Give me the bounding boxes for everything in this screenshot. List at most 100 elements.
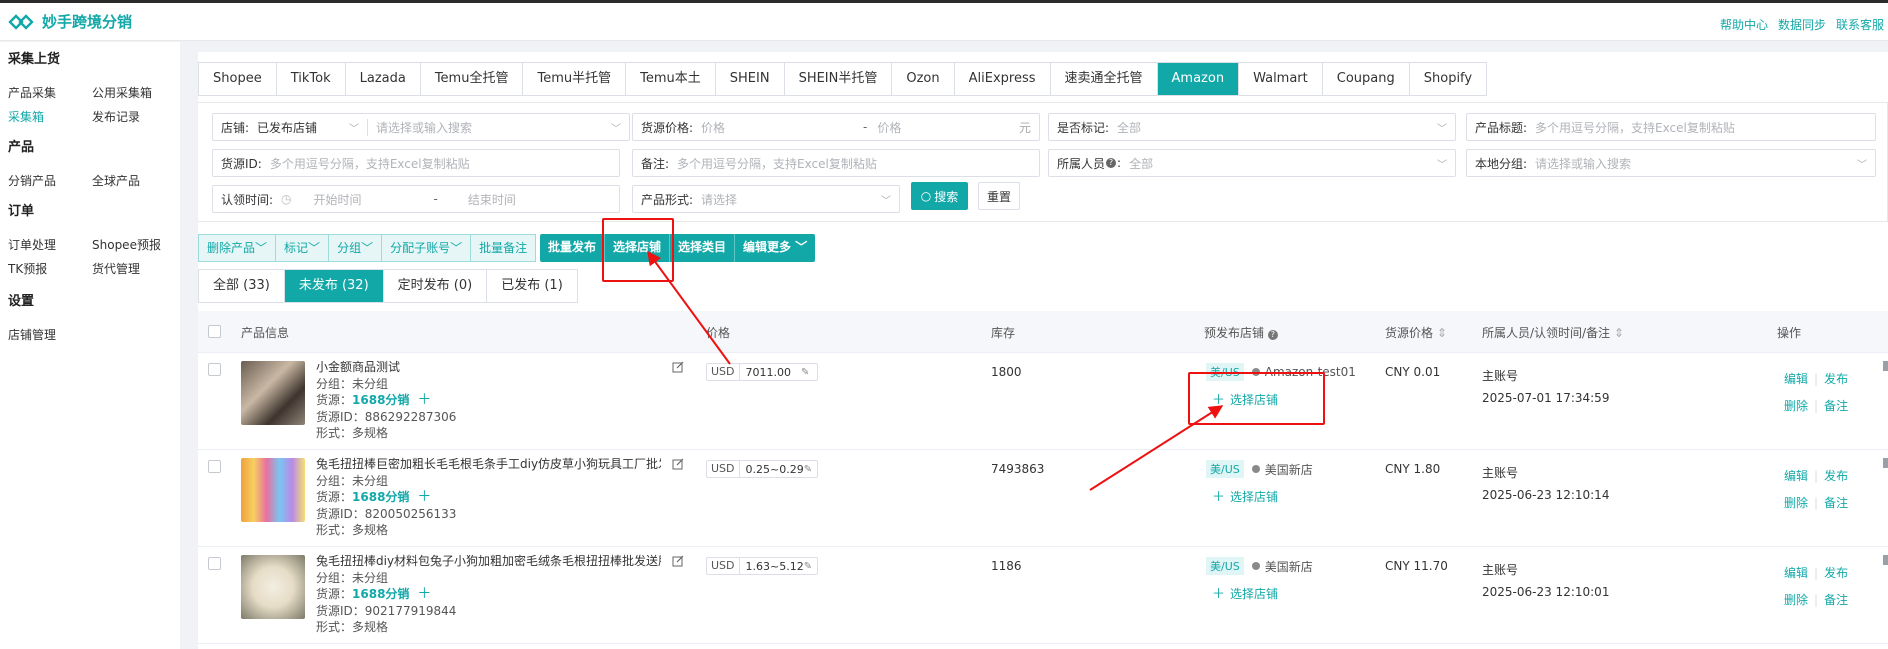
edit-title-icon[interactable]	[672, 458, 684, 470]
sidebar-item-public-collect-box[interactable]: 公用采集箱	[92, 84, 176, 101]
edit-title-icon[interactable]	[672, 555, 684, 567]
sidebar-item-product-collect[interactable]: 产品采集	[8, 84, 92, 101]
price-input[interactable]: USD 1.63~5.12 ✎	[706, 557, 818, 575]
product-title-filter[interactable]: 产品标题: 多个用逗号分隔，支持Excel复制粘贴	[1466, 113, 1876, 141]
select-store-link[interactable]: ＋选择店铺	[1212, 486, 1278, 505]
remark-input[interactable]: 多个用逗号分隔，支持Excel复制粘贴	[677, 155, 877, 172]
edit-link[interactable]: 编辑	[1784, 372, 1808, 386]
product-thumbnail[interactable]	[241, 361, 305, 425]
product-title[interactable]: 兔毛扭扭棒巨密加粗长毛毛根毛条手工diy仿皮草小狗玩具工厂批发	[316, 456, 661, 473]
platform-tab-temu3[interactable]: Temu全托管	[420, 63, 524, 95]
tab-scheduled[interactable]: 定时发布 (0)	[384, 270, 488, 302]
help-icon[interactable]: ?	[1106, 158, 1117, 168]
platform-tab-shopee[interactable]: Shopee	[199, 63, 277, 95]
product-title-input[interactable]: 多个用逗号分隔，支持Excel复制粘贴	[1535, 119, 1735, 136]
col-source-price[interactable]: 货源价格 ⇕	[1385, 324, 1447, 341]
select-store-link[interactable]: ＋选择店铺	[1212, 389, 1278, 408]
local-group-filter[interactable]: 本地分组: 请选择或输入搜索 ﹀	[1466, 149, 1876, 177]
remark-filter[interactable]: 备注: 多个用逗号分隔，支持Excel复制粘贴	[632, 149, 1040, 177]
mark-button[interactable]: 标记﹀	[275, 234, 330, 262]
claim-end-input[interactable]: 结束时间	[468, 191, 516, 208]
price-max-input[interactable]: 价格	[877, 119, 901, 136]
delete-products-button[interactable]: 删除产品﹀	[198, 234, 277, 262]
pencil-icon[interactable]: ✎	[804, 464, 817, 475]
product-form-select[interactable]: 请选择	[701, 191, 737, 208]
platform-tab-temu5[interactable]: Temu本土	[626, 63, 716, 95]
data-sync-link[interactable]: 数据同步	[1778, 16, 1826, 33]
assign-subaccount-button[interactable]: 分配子账号﹀	[381, 234, 472, 262]
price-min-input[interactable]: 价格	[701, 119, 853, 136]
source-price-filter[interactable]: 货源价格: 价格 - 价格 元	[632, 113, 1040, 141]
select-store-button[interactable]: 选择店铺	[605, 234, 671, 262]
product-thumbnail[interactable]	[241, 458, 305, 522]
sidebar-item-tk-forecast[interactable]: TK预报	[8, 260, 92, 277]
publish-link[interactable]: 发布	[1824, 566, 1848, 580]
tab-unpublished[interactable]: 未发布 (32)	[284, 270, 384, 302]
platform-tab-temu4[interactable]: Temu半托管	[523, 63, 627, 95]
platform-tab-amazon[interactable]: Amazon	[1157, 63, 1240, 95]
platform-tab-shein7[interactable]: SHEIN半托管	[784, 63, 893, 95]
price-input[interactable]: USD 7011.00 ✎	[706, 363, 818, 381]
flag-icon[interactable]	[1883, 361, 1888, 371]
sidebar-item-order-processing[interactable]: 订单处理	[8, 236, 92, 253]
plus-icon[interactable]: ＋	[417, 586, 431, 602]
edit-link[interactable]: 编辑	[1784, 469, 1808, 483]
platform-tab-lazada[interactable]: Lazada	[345, 63, 421, 95]
product-title[interactable]: 兔毛扭扭棒diy材料包兔子小狗加粗加密毛绒条毛根扭扭棒批发送朋友	[316, 553, 661, 570]
claim-start-input[interactable]: 开始时间	[314, 191, 424, 208]
sidebar-item-distribution-products[interactable]: 分销产品	[8, 172, 92, 189]
store-type-select[interactable]: 已发布店铺	[257, 119, 349, 136]
delete-link[interactable]: 删除	[1784, 496, 1808, 510]
source-id-filter[interactable]: 货源ID: 多个用逗号分隔，支持Excel复制粘贴	[212, 149, 620, 177]
sidebar-item-store-management[interactable]: 店铺管理	[8, 326, 92, 343]
help-center-link[interactable]: 帮助中心	[1720, 16, 1768, 33]
sidebar-item-forwarder-management[interactable]: 货代管理	[92, 260, 176, 277]
remark-link[interactable]: 备注	[1824, 496, 1848, 510]
sidebar-item-publish-records[interactable]: 发布记录	[92, 108, 176, 125]
remark-link[interactable]: 备注	[1824, 593, 1848, 607]
row-checkbox[interactable]	[208, 363, 221, 376]
price-input[interactable]: USD 0.25~0.29 ✎	[706, 460, 818, 478]
row-checkbox[interactable]	[208, 460, 221, 473]
plus-icon[interactable]: ＋	[417, 489, 431, 505]
search-button[interactable]: ○ 搜索	[911, 182, 968, 210]
edit-title-icon[interactable]	[672, 361, 684, 373]
batch-remark-button[interactable]: 批量备注	[470, 234, 537, 262]
publish-link[interactable]: 发布	[1824, 469, 1848, 483]
platform-tab-tiktok[interactable]: TikTok	[276, 63, 346, 95]
sidebar-item-collect-box[interactable]: 采集箱	[8, 108, 92, 125]
row-checkbox[interactable]	[208, 557, 221, 570]
claim-time-filter[interactable]: 认领时间: ◷ 开始时间 - 结束时间	[212, 185, 620, 213]
select-all-checkbox[interactable]	[208, 325, 221, 338]
edit-more-button[interactable]: 编辑更多 ﹀	[735, 234, 816, 262]
platform-tab-coupang[interactable]: Coupang	[1322, 63, 1410, 95]
flag-icon[interactable]	[1883, 458, 1888, 468]
platform-tab-ozon[interactable]: Ozon	[892, 63, 955, 95]
reset-button[interactable]: 重置	[978, 182, 1020, 210]
help-icon[interactable]: ?	[1267, 330, 1278, 340]
flag-icon[interactable]	[1883, 555, 1888, 565]
group-button[interactable]: 分组﹀	[328, 234, 383, 262]
store-search-input[interactable]: 请选择或输入搜索	[367, 118, 472, 136]
tab-all[interactable]: 全部 (33)	[199, 270, 285, 302]
edit-link[interactable]: 编辑	[1784, 566, 1808, 580]
platform-tab-10[interactable]: 速卖通全托管	[1050, 63, 1158, 95]
mark-filter[interactable]: 是否标记: 全部 ﹀	[1048, 113, 1456, 141]
contact-support-link[interactable]: 联系客服	[1836, 16, 1884, 33]
col-owner-time-remark[interactable]: 所属人员/认领时间/备注 ⇕	[1482, 324, 1624, 341]
sidebar-item-shopee-forecast[interactable]: Shopee预报	[92, 236, 176, 253]
delete-link[interactable]: 删除	[1784, 399, 1808, 413]
platform-tab-walmart[interactable]: Walmart	[1239, 63, 1323, 95]
brand-logo[interactable]: 妙手跨境分销	[8, 11, 132, 32]
plus-icon[interactable]: ＋	[417, 392, 431, 408]
store-filter[interactable]: 店铺: 已发布店铺 ﹀ 请选择或输入搜索 ﹀	[212, 113, 630, 141]
platform-tab-shein[interactable]: SHEIN	[715, 63, 785, 95]
product-form-filter[interactable]: 产品形式: 请选择 ﹀	[632, 185, 900, 213]
source-link[interactable]: 1688分销	[352, 393, 409, 407]
owner-filter[interactable]: 所属人员 ? : 全部 ﹀	[1048, 149, 1456, 177]
delete-link[interactable]: 删除	[1784, 593, 1808, 607]
local-group-input[interactable]: 请选择或输入搜索	[1535, 155, 1631, 172]
pencil-icon[interactable]: ✎	[804, 561, 817, 572]
platform-tab-shopify[interactable]: Shopify	[1409, 63, 1487, 95]
platform-tab-aliexpress[interactable]: AliExpress	[954, 63, 1051, 95]
